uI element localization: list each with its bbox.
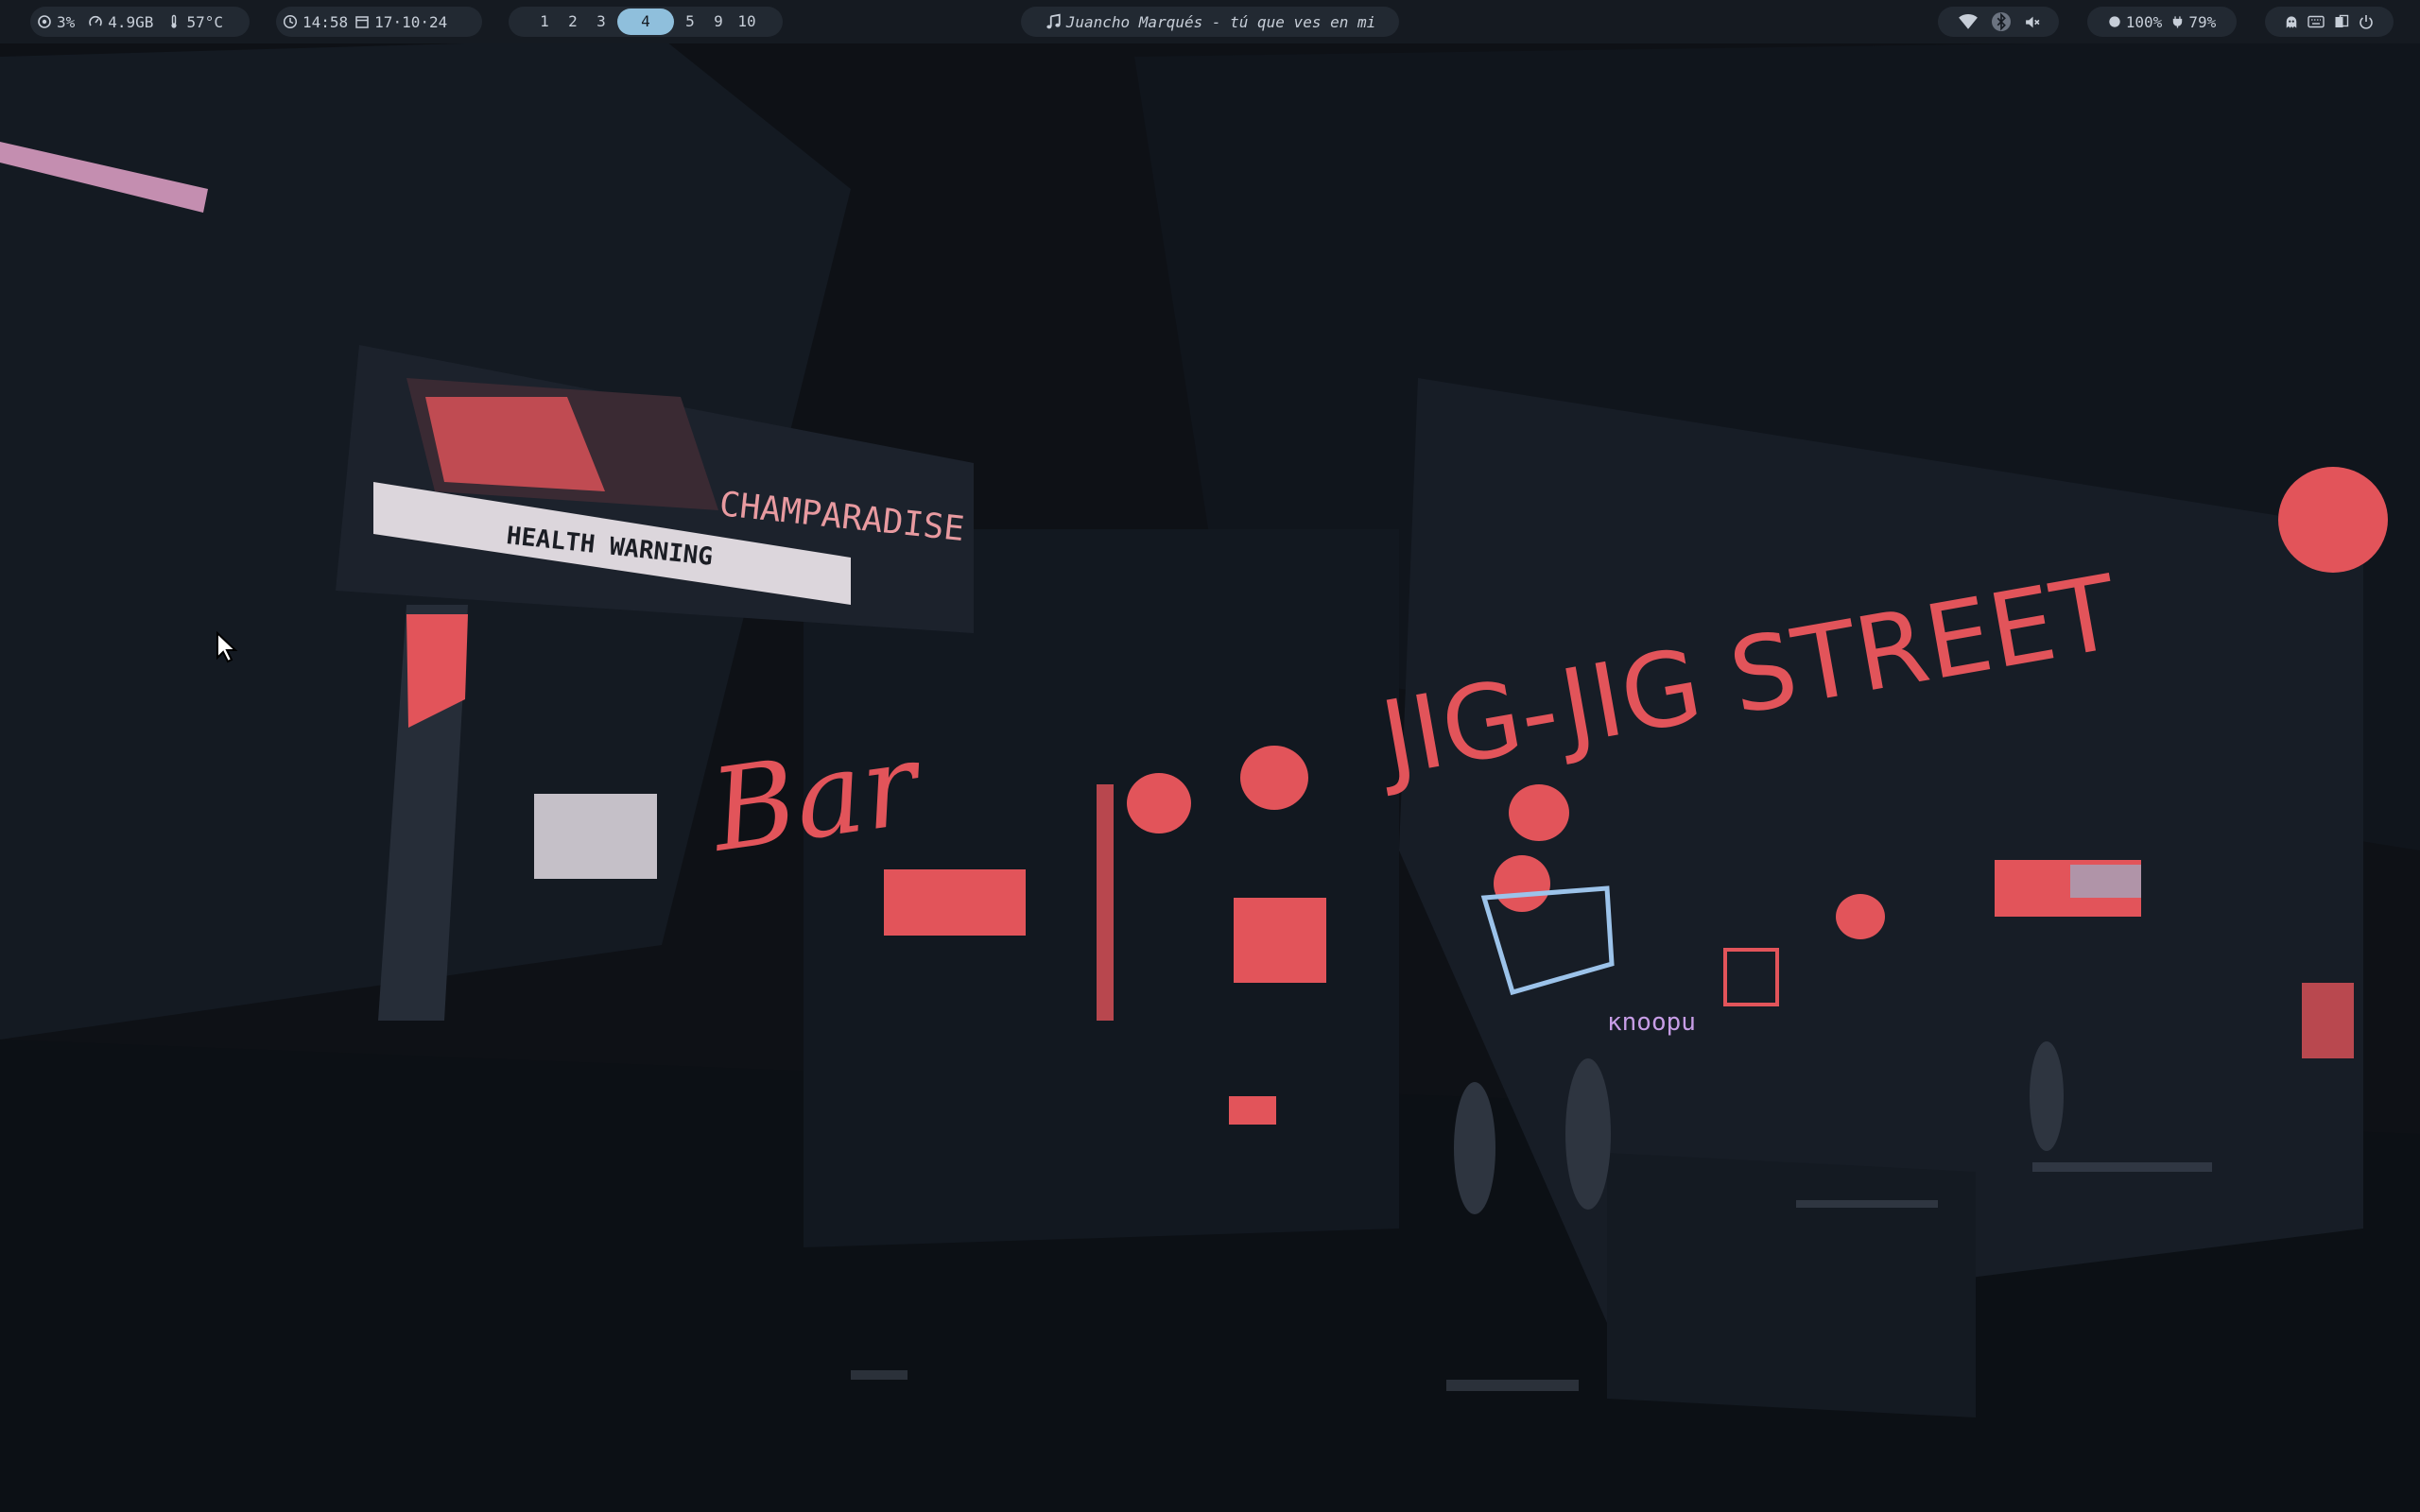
now-playing-text: Juancho Marqués - tú que ves en mi — [1065, 12, 1376, 31]
workspace-3[interactable]: 3 — [589, 9, 614, 35]
tray-module — [2265, 7, 2394, 37]
desktop: CHAMPARADISE HEALTH WARNING Bar JIG-JIG … — [0, 0, 2420, 1512]
workspaces-module: 1 2 3 4 5 9 10 — [509, 7, 783, 37]
status-bar: 3% 4.9GB 57°C 14:58 17·10·24 1 2 3 4 5 9… — [0, 0, 2420, 43]
music-note-icon — [1046, 13, 1061, 29]
memory-usage: 4.9GB — [108, 12, 154, 31]
clipboard-icon[interactable] — [2334, 14, 2349, 29]
svg-text:κnoopu: κnoopu — [1607, 1008, 1696, 1037]
media-module[interactable]: Juancho Marqués - tú que ves en mi — [1021, 7, 1399, 37]
clock-module[interactable]: 14:58 17·10·24 — [276, 7, 482, 37]
cpu-icon — [38, 15, 51, 28]
mouse-cursor-icon — [216, 631, 238, 663]
cpu-temperature: 57°C — [186, 12, 223, 31]
thermometer-icon — [171, 14, 178, 28]
workspace-5[interactable]: 5 — [678, 9, 702, 35]
power-module[interactable]: 100% 79% — [2087, 7, 2237, 37]
clock-date: 17·10·24 — [374, 12, 448, 31]
clock-time: 14:58 — [302, 12, 349, 31]
brightness-value: 100% — [2125, 12, 2163, 31]
battery-charging-icon — [2173, 16, 2183, 28]
brightness-icon — [2109, 16, 2120, 27]
clock-icon — [283, 14, 298, 29]
system-stats-module[interactable]: 3% 4.9GB 57°C — [30, 7, 250, 37]
wallpaper: CHAMPARADISE HEALTH WARNING Bar JIG-JIG … — [0, 0, 2420, 1512]
workspace-10[interactable]: 10 — [735, 9, 759, 35]
wifi-icon[interactable] — [1958, 13, 1979, 30]
workspace-1[interactable]: 1 — [532, 9, 557, 35]
memory-icon — [89, 15, 103, 26]
workspace-9[interactable]: 9 — [706, 9, 731, 35]
workspace-2[interactable]: 2 — [561, 9, 585, 35]
calendar-icon — [355, 16, 369, 28]
workspace-4-active[interactable]: 4 — [617, 9, 674, 35]
ghost-icon[interactable] — [2285, 15, 2298, 29]
keyboard-icon[interactable] — [2308, 15, 2325, 28]
power-icon[interactable] — [2359, 14, 2374, 29]
bluetooth-icon[interactable] — [1991, 12, 2011, 31]
battery-value: 79% — [2188, 12, 2217, 31]
cpu-usage: 3% — [57, 12, 76, 31]
connectivity-module — [1938, 7, 2059, 37]
volume-muted-icon[interactable] — [2024, 14, 2040, 30]
